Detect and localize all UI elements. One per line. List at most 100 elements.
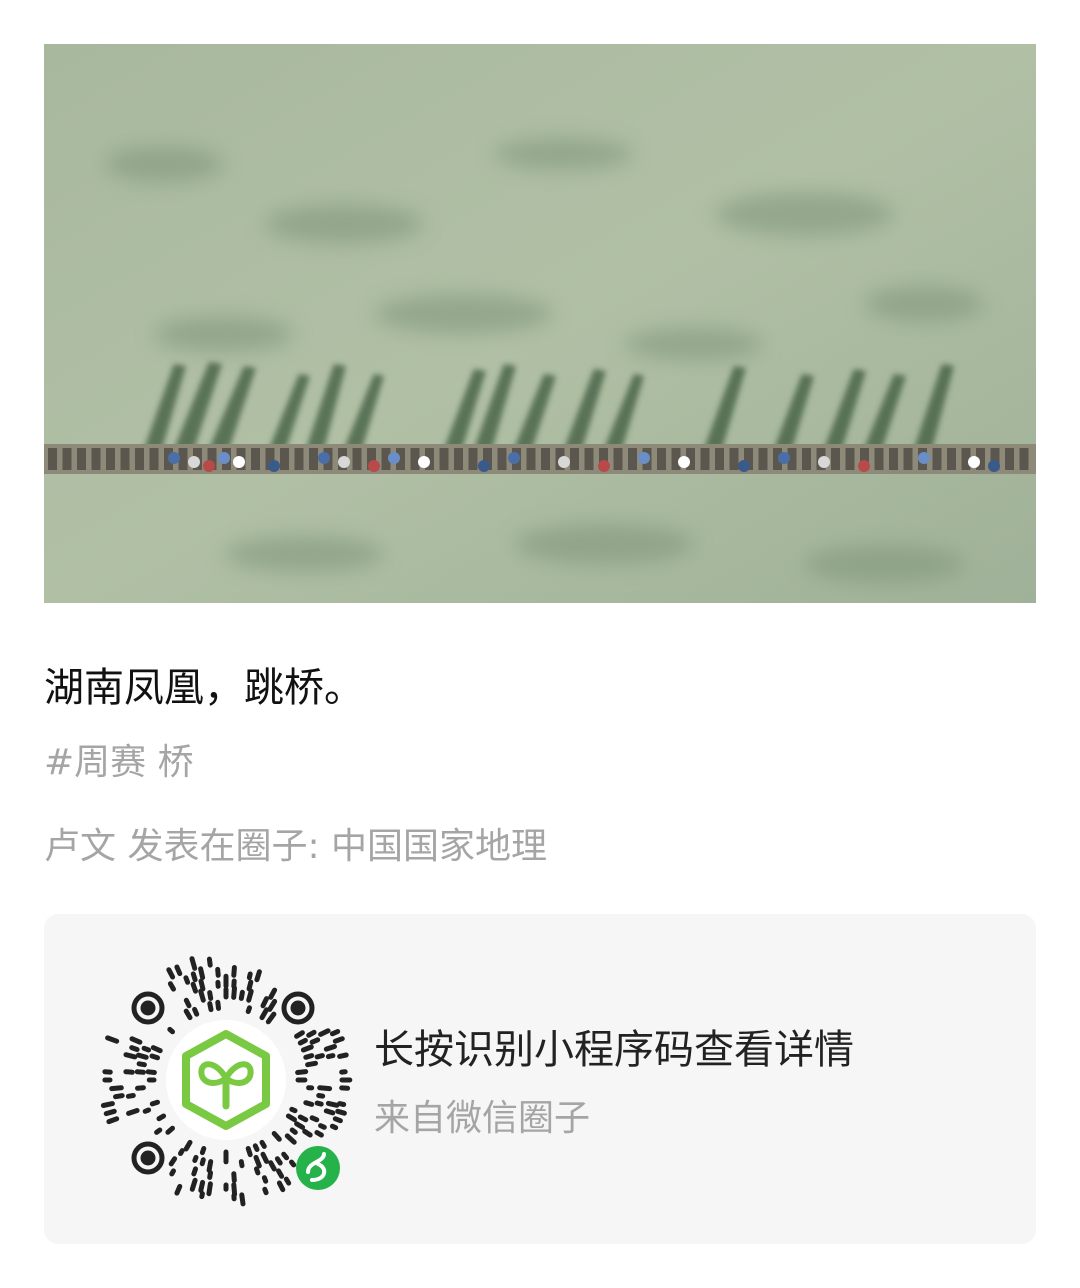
- qr-code-mark: [189, 1177, 198, 1192]
- qr-code-mark: [253, 1154, 262, 1169]
- person-on-bridge: [318, 452, 330, 464]
- qr-code-mark: [332, 1116, 343, 1124]
- qr-code-mark: [207, 1170, 213, 1180]
- qr-code-mark: [314, 1130, 324, 1138]
- qr-code-mark: [129, 1045, 140, 1052]
- qr-code-mark: [198, 966, 206, 981]
- aerial-photo[interactable]: [44, 44, 1036, 603]
- qr-code-mark: [246, 971, 253, 981]
- person-on-bridge: [988, 460, 1000, 472]
- stepping-stone: [352, 448, 362, 470]
- qr-code-mark: [103, 1108, 117, 1117]
- qr-code-mark: [100, 1101, 115, 1108]
- stepping-stone: [410, 448, 420, 470]
- qr-code-mark: [259, 1139, 267, 1149]
- stepping-stone: [570, 448, 579, 470]
- person-on-bridge: [338, 456, 350, 468]
- qr-code-mark: [167, 1026, 175, 1035]
- qr-code-mark: [297, 1114, 309, 1123]
- qr-code-mark: [192, 1006, 200, 1017]
- stepping-stone: [280, 448, 289, 470]
- wechat-mini-program-code-icon[interactable]: [96, 950, 356, 1210]
- qr-code-mark: [169, 1168, 176, 1177]
- qr-code-mark: [318, 1123, 327, 1130]
- stepping-stone: [700, 448, 710, 470]
- stepping-stone: [903, 448, 913, 470]
- person-on-bridge: [638, 452, 650, 464]
- qr-code-mark: [215, 966, 221, 978]
- qr-code-mark: [190, 971, 198, 983]
- post-title: 湖南凤凰，跳桥。: [44, 665, 364, 711]
- qr-code-mark: [206, 1181, 213, 1197]
- qr-code-mark: [309, 1115, 320, 1123]
- stepping-stone: [758, 448, 768, 470]
- stepping-stone: [468, 448, 478, 470]
- qr-code-mark: [215, 999, 221, 1011]
- stepping-stone: [947, 448, 956, 470]
- qr-code-mark: [332, 1036, 345, 1044]
- qr-code-mark: [191, 1166, 198, 1177]
- qr-code-mark: [335, 1108, 347, 1116]
- person-on-bridge: [268, 460, 280, 472]
- qr-code-mark: [289, 1106, 298, 1114]
- person-on-bridge: [203, 460, 215, 472]
- qr-code-mark: [323, 1044, 337, 1052]
- stepping-stone: [439, 448, 449, 470]
- qr-code-mark: [183, 1008, 193, 1021]
- post-tag[interactable]: #周赛 桥: [44, 738, 194, 788]
- qr-code-mark: [145, 1069, 157, 1075]
- qr-code-mark: [178, 1148, 185, 1156]
- stepping-stone: [309, 448, 318, 470]
- stepping-stone: [497, 448, 507, 470]
- qr-code-mark: [246, 988, 254, 1003]
- qr-code-mark: [268, 1160, 277, 1172]
- qr-code-mark: [199, 1157, 206, 1167]
- mini-program-card[interactable]: 长按识别小程序码查看详情 来自微信圈子: [44, 914, 1036, 1244]
- qr-code-mark: [259, 1007, 269, 1021]
- qr-code-mark: [317, 1085, 333, 1092]
- person-on-bridge: [818, 456, 830, 468]
- qr-code-mark: [289, 1159, 297, 1168]
- person-on-bridge: [508, 452, 520, 464]
- qr-code-mark: [260, 1151, 269, 1164]
- stepping-stone: [62, 448, 72, 470]
- stepping-stone: [613, 448, 623, 470]
- person-on-bridge: [418, 456, 430, 468]
- qr-code-mark: [207, 990, 214, 1001]
- qr-code-mark: [271, 1131, 282, 1142]
- qr-code-mark: [309, 1037, 321, 1045]
- qr-code-mark: [281, 1151, 290, 1161]
- qr-code-mark: [199, 1146, 207, 1156]
- qr-code-mark: [231, 1171, 237, 1184]
- person-on-bridge: [168, 452, 180, 464]
- qr-code-mark: [316, 1093, 326, 1099]
- qr-code-mark: [105, 1035, 120, 1044]
- post-meta[interactable]: 卢文 发表在圈子: 中国国家地理: [44, 822, 547, 872]
- qr-code-mark: [329, 1123, 339, 1131]
- stepping-stone: [831, 448, 840, 470]
- qr-code-mark: [206, 956, 213, 968]
- qr-code-mark: [245, 1146, 253, 1158]
- person-on-bridge: [738, 460, 750, 472]
- qr-code-mark: [314, 1053, 325, 1060]
- person-on-bridge: [778, 452, 790, 464]
- qr-code-mark: [254, 969, 262, 983]
- stepping-stone: [77, 448, 86, 470]
- qr-code-mark: [166, 967, 176, 980]
- qr-code-mark: [134, 1069, 146, 1075]
- qr-code-mark: [267, 998, 278, 1012]
- qr-code-mark: [183, 975, 191, 985]
- qr-code-mark: [265, 1011, 277, 1025]
- qr-code-mark: [109, 1085, 124, 1092]
- qr-code-mark: [300, 1044, 314, 1053]
- sprout-box-logo-icon: [166, 1020, 286, 1140]
- qr-code-mark: [314, 1100, 324, 1107]
- qr-code-mark: [337, 1101, 347, 1107]
- qr-code-mark: [337, 1052, 349, 1059]
- qr-code-mark: [252, 1143, 260, 1152]
- aerial-river-stone-bridge-photo: [44, 44, 1036, 603]
- stepping-stone: [541, 448, 550, 470]
- qr-code-mark: [283, 1176, 292, 1186]
- qr-code-mark: [268, 987, 278, 1000]
- person-on-bridge: [858, 460, 870, 472]
